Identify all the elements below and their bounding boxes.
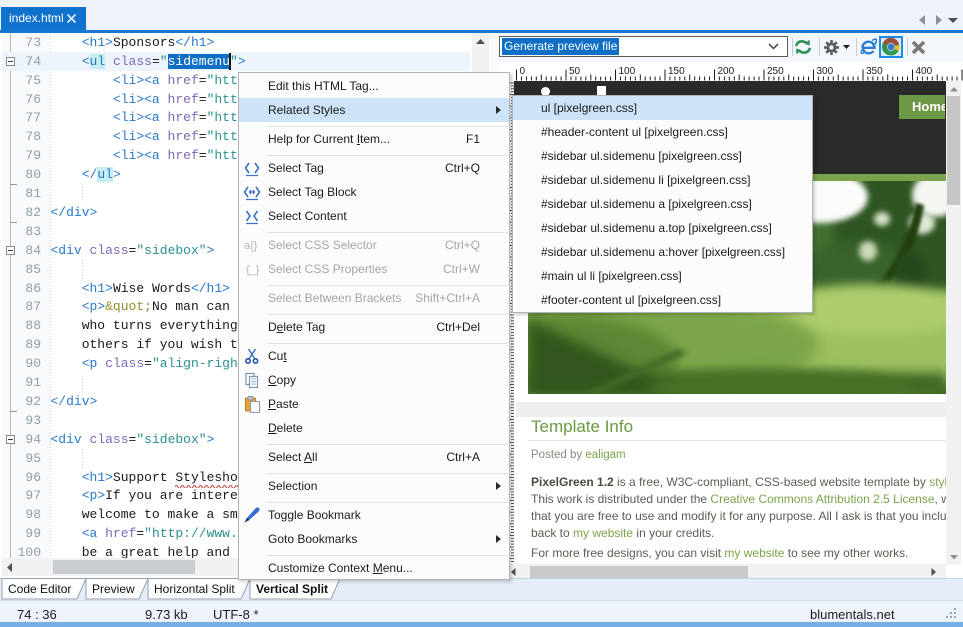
svg-text:a{}: a{} [244, 240, 258, 252]
svg-text:{_}: {_} [246, 264, 260, 276]
